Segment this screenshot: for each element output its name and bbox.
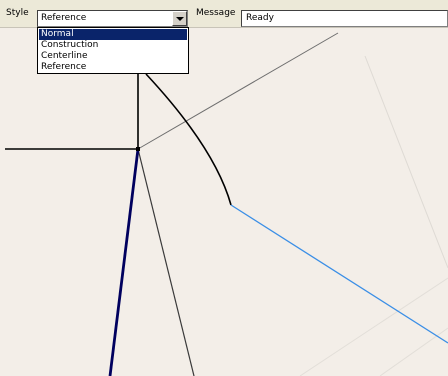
style-option-reference[interactable]: Reference	[39, 62, 187, 73]
highlighted-line[interactable]	[230, 204, 448, 344]
style-option-construction[interactable]: Construction	[39, 40, 187, 51]
style-toolbar: Style Reference Message Ready	[0, 0, 448, 28]
message-value: Ready	[246, 13, 274, 23]
sketch-app: Style Reference Message Ready Normal Con…	[0, 0, 448, 376]
style-combobox[interactable]: Reference	[37, 10, 188, 27]
faint-reference-line	[299, 277, 448, 376]
drawing-canvas[interactable]	[0, 28, 448, 376]
style-combobox-value: Reference	[41, 13, 87, 23]
message-field[interactable]: Ready	[241, 10, 448, 27]
style-option-normal[interactable]: Normal	[39, 29, 187, 40]
style-option-centerline[interactable]: Centerline	[39, 51, 187, 62]
selected-line[interactable]	[108, 148, 140, 376]
center-point[interactable]	[136, 147, 140, 151]
style-label: Style	[6, 8, 29, 18]
chevron-down-icon	[176, 17, 184, 21]
construction-line[interactable]	[137, 148, 195, 376]
sketch-geometry	[5, 32, 448, 376]
faint-reference-line	[364, 55, 448, 269]
arc[interactable]	[145, 73, 232, 206]
message-label: Message	[196, 8, 236, 18]
dropdown-button[interactable]	[172, 11, 187, 26]
style-dropdown-list[interactable]: Normal Construction Centerline Reference	[37, 27, 189, 74]
faint-reference-line	[379, 327, 448, 376]
